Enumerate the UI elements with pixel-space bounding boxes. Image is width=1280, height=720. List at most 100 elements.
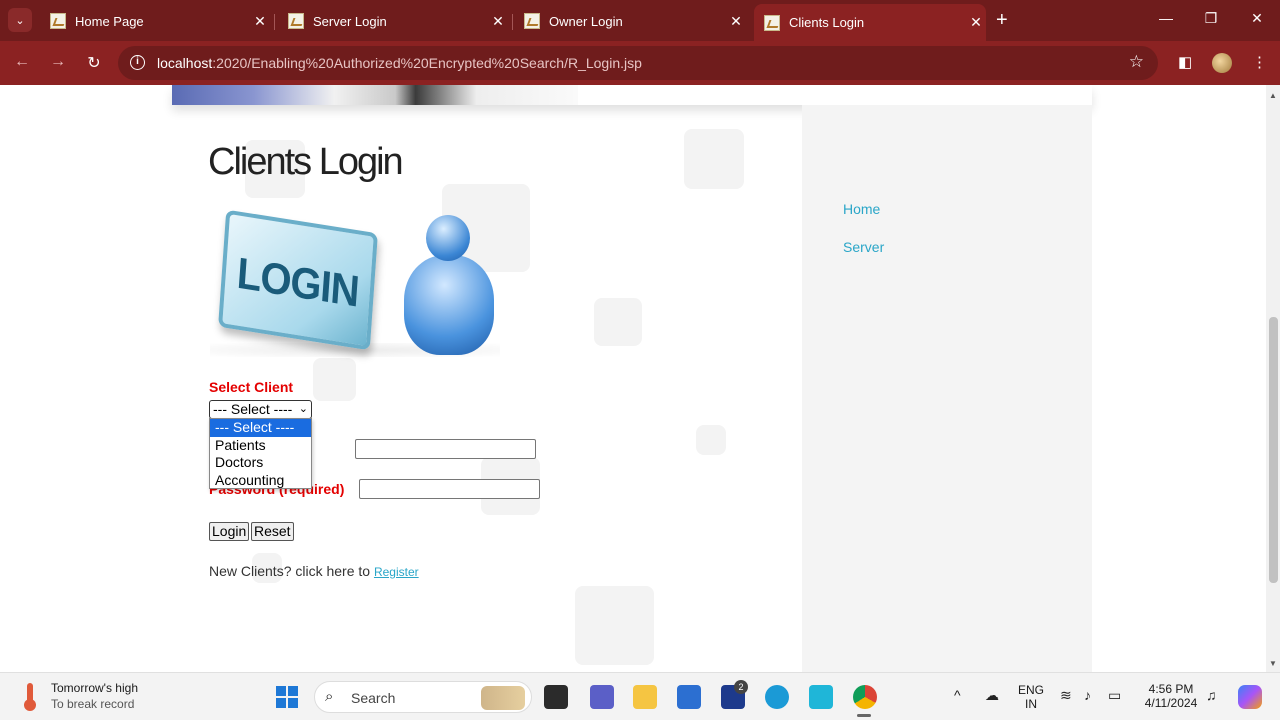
side-panel-icon[interactable]: ◧ <box>1178 53 1192 71</box>
notification-bell-icon[interactable]: ♫ <box>1206 687 1217 703</box>
taskbar-search[interactable]: ⌕ Search <box>314 681 532 713</box>
site-favicon-icon <box>524 13 540 29</box>
wifi-icon[interactable]: ≋ <box>1060 687 1072 704</box>
register-prompt-text: New Clients? click here to <box>209 563 371 579</box>
tab-close-icon[interactable]: ✕ <box>966 14 986 31</box>
decorative-square <box>313 358 356 401</box>
profile-avatar[interactable] <box>1212 53 1232 73</box>
address-bar[interactable]: i localhost:2020/Enabling%20Authorized%2… <box>118 46 1158 80</box>
url-path: :2020/Enabling%20Authorized%20Encrypted%… <box>212 55 642 71</box>
decorative-square <box>575 586 654 665</box>
register-prompt: New Clients? click here to Register <box>209 563 419 579</box>
weather-subtitle[interactable]: To break record <box>51 697 134 711</box>
language-line-2: IN <box>1025 697 1037 711</box>
bookmark-star-icon[interactable]: ☆ <box>1129 52 1144 72</box>
user-figure-body <box>404 255 494 355</box>
search-highlight-art-icon <box>481 686 525 710</box>
tab-title: Home Page <box>75 13 144 29</box>
register-link[interactable]: Register <box>374 565 419 579</box>
tab-title: Owner Login <box>549 13 623 29</box>
new-tab-plus-icon[interactable]: + <box>996 10 1008 30</box>
tab-separator <box>512 14 513 30</box>
tab-search-chevron-icon[interactable]: ⌄ <box>8 8 32 32</box>
banner-image <box>172 85 578 105</box>
site-favicon-icon <box>288 13 304 29</box>
user-figure-icon <box>400 215 498 355</box>
tab-owner-login[interactable]: Owner Login ✕ <box>514 6 746 36</box>
client-type-select[interactable]: --- Select ---- ⌄ <box>209 400 312 419</box>
windows-start-icon[interactable] <box>276 686 298 708</box>
tab-separator <box>274 14 275 30</box>
task-view-icon[interactable] <box>544 685 568 709</box>
volume-icon[interactable]: ♪ <box>1084 687 1091 703</box>
restore-icon[interactable]: ❐ <box>1201 10 1221 27</box>
dropdown-option-select[interactable]: --- Select ---- <box>210 419 311 437</box>
onedrive-cloud-icon[interactable]: ☁ <box>985 687 999 704</box>
header-banner <box>172 85 1092 105</box>
tab-close-icon[interactable]: ✕ <box>488 13 508 30</box>
language-line-1: ENG <box>1017 683 1044 697</box>
login-button[interactable]: Login <box>209 522 250 541</box>
client-type-dropdown: --- Select ---- Patients Doctors Account… <box>209 418 312 489</box>
teams-icon[interactable] <box>590 685 614 709</box>
microsoft-store-icon[interactable] <box>677 685 701 709</box>
select-client-label: Select Client <box>209 379 294 395</box>
password-input[interactable] <box>359 479 540 499</box>
language-indicator[interactable]: ENG IN <box>1014 683 1048 711</box>
cortana-app-icon[interactable] <box>809 685 833 709</box>
thermometer-icon[interactable] <box>22 683 38 711</box>
sidebar-link-home[interactable]: Home <box>843 201 880 217</box>
user-figure-head <box>426 215 470 261</box>
page-scrollbar[interactable]: ▲ ▼ <box>1266 85 1280 672</box>
login-graphic: LOGIN <box>218 209 378 351</box>
decorative-square <box>684 129 744 189</box>
site-info-icon[interactable]: i <box>130 55 145 70</box>
address-bar-url[interactable]: localhost:2020/Enabling%20Authorized%20E… <box>157 55 642 71</box>
search-icon: ⌕ <box>325 688 334 705</box>
site-favicon-icon <box>764 14 780 31</box>
minimize-icon[interactable]: — <box>1156 10 1176 26</box>
tab-clients-login[interactable]: Clients Login ✕ <box>754 4 986 41</box>
dropdown-option-accounting[interactable]: Accounting <box>210 472 311 490</box>
select-value: --- Select ---- <box>213 401 293 417</box>
name-input[interactable] <box>355 439 536 459</box>
notification-badge: 2 <box>734 680 748 694</box>
tab-title: Server Login <box>313 13 387 29</box>
windows-taskbar: Tomorrow's high To break record ⌕ Search… <box>0 672 1280 720</box>
browser-tab-strip: ⌄ Home Page ✕ Server Login ✕ Owner Login… <box>0 0 1280 41</box>
tab-server-login[interactable]: Server Login ✕ <box>278 6 508 36</box>
tab-home-page[interactable]: Home Page ✕ <box>40 6 270 36</box>
dropdown-option-patients[interactable]: Patients <box>210 437 311 455</box>
back-arrow-icon[interactable]: ← <box>12 53 32 71</box>
reload-icon[interactable]: ↻ <box>84 53 104 73</box>
tab-close-icon[interactable]: ✕ <box>250 13 270 30</box>
scroll-up-arrow-icon[interactable]: ▲ <box>1266 91 1280 100</box>
file-explorer-icon[interactable] <box>633 685 657 709</box>
sidebar: Home Server <box>802 105 1092 672</box>
sidebar-link-server[interactable]: Server <box>843 239 884 255</box>
chevron-down-icon: ⌄ <box>298 403 308 415</box>
browser-toolbar: ← → ↻ i localhost:2020/Enabling%20Author… <box>0 41 1280 85</box>
decorative-square <box>594 298 642 346</box>
clock-time: 4:56 PM <box>1148 682 1194 696</box>
tab-close-icon[interactable]: ✕ <box>726 13 746 30</box>
reset-button[interactable]: Reset <box>251 522 294 541</box>
scroll-down-arrow-icon[interactable]: ▼ <box>1266 659 1280 668</box>
battery-icon[interactable]: ▭ <box>1108 687 1121 704</box>
decorative-square <box>696 425 726 455</box>
site-favicon-icon <box>50 13 66 29</box>
web-page: Home Server Clients Login LOGIN Select C… <box>0 85 1266 672</box>
forward-arrow-icon[interactable]: → <box>48 53 68 71</box>
edge-icon[interactable] <box>765 685 789 709</box>
clock-date: 4/11/2024 <box>1144 696 1198 710</box>
chrome-icon[interactable] <box>853 685 877 709</box>
weather-title[interactable]: Tomorrow's high <box>51 681 138 695</box>
window-close-icon[interactable]: ✕ <box>1247 10 1267 27</box>
url-host: localhost <box>157 55 213 71</box>
dropdown-option-doctors[interactable]: Doctors <box>210 454 311 472</box>
copilot-icon[interactable] <box>1238 685 1262 709</box>
clock[interactable]: 4:56 PM 4/11/2024 <box>1138 682 1204 710</box>
browser-menu-icon[interactable]: ⋮ <box>1252 53 1267 71</box>
scrollbar-thumb[interactable] <box>1269 317 1278 583</box>
show-hidden-icons-chevron-icon[interactable]: ^ <box>954 687 961 703</box>
